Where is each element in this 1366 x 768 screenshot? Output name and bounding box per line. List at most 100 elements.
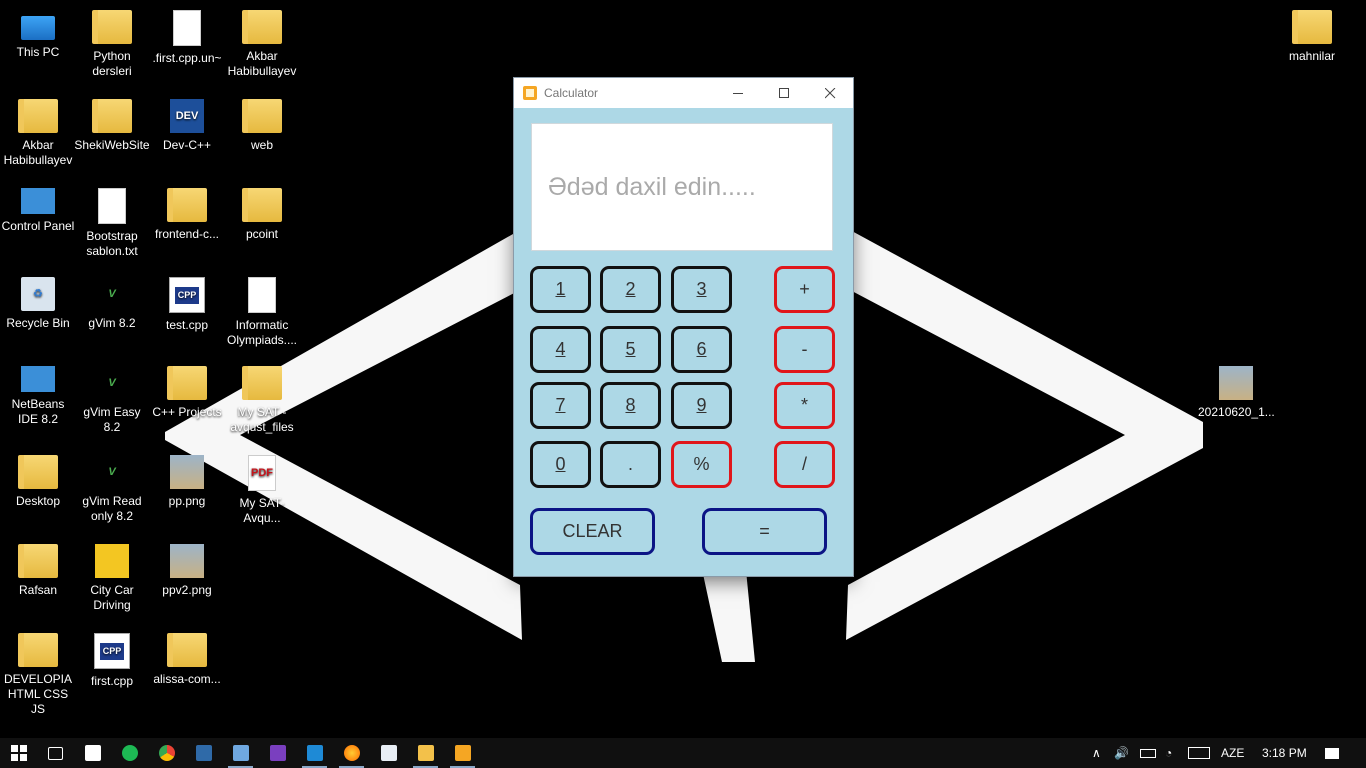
key-multiply[interactable]: * [774,382,835,429]
keyboard-button[interactable] [1188,738,1210,768]
desktop-icon-ppv2-png[interactable]: ppv2.png [149,544,225,598]
desktop-icon-bootstrap-sablon[interactable]: Bootstrap sablon.txt [74,188,150,259]
chrome-icon [158,745,175,761]
desktop-icon-my-sat-files[interactable]: My SAT - avqust_files [224,366,300,435]
desktop-icon-gvim-easy[interactable]: V gVim Easy 8.2 [74,366,150,435]
file-explorer-icon [417,745,434,761]
desktop-icon-alissa[interactable]: alissa-com... [149,633,225,687]
desktop-icon-rafsan[interactable]: Rafsan [0,544,76,598]
key-7[interactable]: 7 [530,382,591,429]
desktop-icon-informatic-olympiads[interactable]: Informatic Olympiads.... [224,277,300,348]
folder-icon [92,99,132,133]
key-8[interactable]: 8 [600,382,661,429]
calculator-app-icon [523,86,537,100]
key-percent[interactable]: % [671,441,732,488]
key-2[interactable]: 2 [600,266,661,313]
language-indicator[interactable]: AZE [1221,738,1244,768]
firefox-button[interactable] [333,738,370,768]
netbeans-icon [21,366,55,392]
chrome-button[interactable] [148,738,185,768]
action-center-button[interactable] [1325,738,1339,768]
desktop-icon-pcoint[interactable]: pcoint [224,188,300,242]
folder-icon [242,10,282,44]
equals-button[interactable]: = [702,508,827,555]
network-button[interactable]: ◔ [1165,738,1172,768]
desktop-icon-pp-png[interactable]: pp.png [149,455,225,509]
visual-studio-icon [269,745,286,761]
desktop-icon-frontend[interactable]: frontend-c... [149,188,225,242]
desktop-icon-gvim[interactable]: V gVim 8.2 [74,277,150,331]
battery-button[interactable] [1140,738,1156,768]
desktop-icon-dev-cpp[interactable]: DEV Dev-C++ [149,99,225,153]
desktop-icon-this-pc[interactable]: This PC [0,10,76,60]
title-bar[interactable]: Calculator [514,78,853,108]
key-divide[interactable]: / [774,441,835,488]
desktop-icon-test-cpp[interactable]: CPP test.cpp [149,277,225,333]
maximize-button[interactable] [761,78,807,108]
close-button[interactable] [807,78,853,108]
spotify-icon [121,745,138,761]
desktop-icon-netbeans[interactable]: NetBeans IDE 8.2 [0,366,76,427]
desktop-icon-city-car-driving[interactable]: City Car Driving [74,544,150,613]
key-dot[interactable]: . [600,441,661,488]
desktop-icon-20210620[interactable]: 20210620_1... [1198,366,1275,420]
virtualbox-button[interactable] [222,738,259,768]
key-4[interactable]: 4 [530,326,591,373]
visual-studio-button[interactable] [259,738,296,768]
terminal-button[interactable] [185,738,222,768]
store-button[interactable] [74,738,111,768]
key-3[interactable]: 3 [671,266,732,313]
desktop-icon-recycle-bin[interactable]: ♻ Recycle Bin [0,277,76,331]
desktop-icon-my-sat-pdf[interactable]: PDF My SAT-Avqu... [224,455,300,526]
vim-icon: V [108,465,116,478]
minimize-button[interactable] [715,78,761,108]
file-explorer-button[interactable] [407,738,444,768]
calculator-app-icon [380,745,397,761]
folder-icon [242,188,282,222]
clear-button[interactable]: CLEAR [530,508,655,555]
task-view-button[interactable] [37,738,74,768]
desktop-icon-first-cpp[interactable]: CPP first.cpp [74,633,150,689]
image-icon [170,544,204,578]
key-6[interactable]: 6 [671,326,732,373]
show-hidden-icons-button[interactable]: ∧ [1092,738,1101,768]
desktop-icon-first-cpp-undo[interactable]: .first.cpp.un~ [149,10,225,66]
control-panel-icon [21,188,55,214]
key-5[interactable]: 5 [600,326,661,373]
windows-start-icon [10,745,27,761]
desktop-icon-gvim-readonly[interactable]: V gVim Read only 8.2 [74,455,150,524]
key-1[interactable]: 1 [530,266,591,313]
cpp-file-icon: CPP [94,633,130,669]
vim-icon: V [108,287,116,300]
calculator-app-button[interactable] [370,738,407,768]
desktop-icon-mahnilar[interactable]: mahnilar [1274,10,1350,64]
clock[interactable]: 3:18 PM [1262,738,1307,768]
volume-button[interactable]: 🔊 [1114,738,1129,768]
desktop-icon-python-dersleri[interactable]: Python dersleri [74,10,150,79]
desktop-icon-akbar-folder[interactable]: Akbar Habibullayev [224,10,300,79]
spotify-button[interactable] [111,738,148,768]
notifications-icon [1325,747,1339,759]
key-plus[interactable]: + [774,266,835,313]
folder-icon [18,633,58,667]
start-button[interactable] [0,738,37,768]
key-9[interactable]: 9 [671,382,732,429]
desktop-icon-cpp-projects[interactable]: C++ Projects [149,366,225,420]
folder-icon [167,366,207,400]
vscode-button[interactable] [296,738,333,768]
key-0[interactable]: 0 [530,441,591,488]
file-icon [248,277,276,313]
key-minus[interactable]: - [774,326,835,373]
desktop-icon-shekiwebsite[interactable]: ShekiWebSite [74,99,150,153]
calculator-button[interactable] [444,738,481,768]
desktop-icon-developia[interactable]: DEVELOPIA HTML CSS JS [0,633,76,717]
store-icon [84,745,101,761]
calculator-display-input[interactable] [531,123,833,251]
desktop-icon-desktop[interactable]: Desktop [0,455,76,509]
folder-icon [242,366,282,400]
virtualbox-icon [232,745,249,761]
desktop-icon-akbar-user[interactable]: Akbar Habibullayev [0,99,76,168]
task-view-icon [48,746,63,760]
desktop-icon-web[interactable]: web [224,99,300,153]
desktop-icon-control-panel[interactable]: Control Panel [0,188,76,234]
